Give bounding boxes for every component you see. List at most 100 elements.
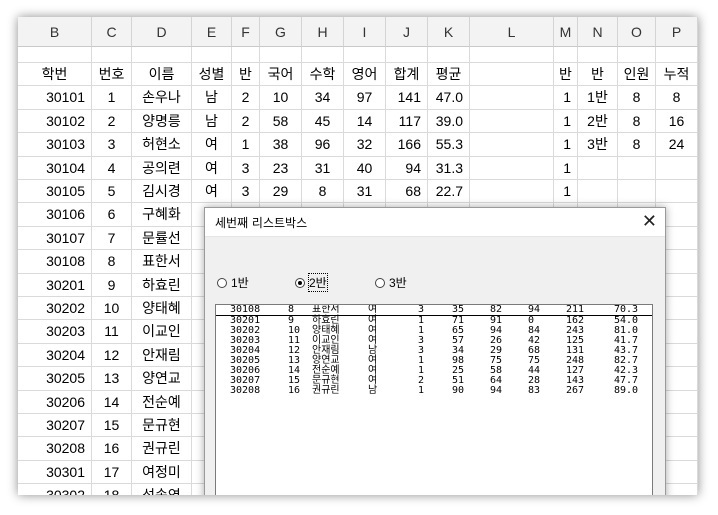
table-cell[interactable]: 30208 [18, 437, 92, 461]
table-cell[interactable]: 40 [344, 156, 386, 180]
table-cell[interactable]: 16 [656, 109, 698, 134]
cell-empty[interactable] [18, 47, 92, 63]
table-cell[interactable]: 24 [656, 133, 698, 157]
table-cell[interactable]: 30102 [18, 109, 92, 134]
table-cell[interactable]: 47.0 [428, 86, 470, 110]
table-cell[interactable]: 30204 [18, 343, 92, 368]
radio-button-icon[interactable] [295, 277, 305, 288]
table-cell[interactable]: 문규현 [132, 414, 192, 438]
table-cell[interactable]: 96 [302, 133, 344, 157]
cell-empty[interactable] [344, 47, 386, 63]
column-header-C[interactable]: C [92, 17, 132, 47]
list-item[interactable]: 30205 13 양연교 여 1 98 75 75 248 82.7 [216, 356, 652, 366]
radio-class-2[interactable]: 2반 [295, 273, 328, 292]
cell-empty[interactable] [260, 47, 302, 63]
cell-empty[interactable] [428, 47, 470, 63]
radio-button-icon[interactable] [217, 277, 227, 288]
student-listbox[interactable]: 30108 8 표한서 여 3 35 82 94 211 70.3 30201 9 하효린 여 1 71 91 0… [215, 304, 653, 495]
header-cell-C[interactable]: 번호 [92, 63, 132, 87]
cell-empty[interactable] [232, 47, 260, 63]
table-cell[interactable]: 손우나 [132, 86, 192, 110]
list-item[interactable]: 30204 12 안재림 남 3 34 29 68 131 43.7 [216, 346, 652, 356]
header-cell-D[interactable]: 이름 [132, 63, 192, 87]
table-cell[interactable]: 5 [92, 180, 132, 204]
column-header-K[interactable]: K [428, 17, 470, 47]
table-cell[interactable]: 141 [386, 86, 428, 110]
header-cell-K[interactable]: 평균 [428, 63, 470, 87]
header-cell-L[interactable] [470, 63, 554, 87]
list-item[interactable]: 30208 16 권규린 남 1 90 94 83 267 89.0 [216, 386, 652, 396]
table-cell[interactable]: 표한서 [132, 250, 192, 274]
table-cell[interactable]: 23 [260, 156, 302, 180]
table-cell[interactable]: 2 [232, 86, 260, 110]
table-cell[interactable]: 30106 [18, 203, 92, 227]
header-cell-H[interactable]: 수학 [302, 63, 344, 87]
cell-empty[interactable] [578, 180, 618, 204]
table-cell[interactable]: 1 [554, 156, 578, 180]
column-header-J[interactable]: J [386, 17, 428, 47]
column-header-P[interactable]: P [656, 17, 698, 47]
cell-empty[interactable] [302, 47, 344, 63]
column-header-M[interactable]: M [554, 17, 578, 47]
cell-empty[interactable] [470, 109, 554, 134]
column-header-D[interactable]: D [132, 17, 192, 47]
column-header-N[interactable]: N [578, 17, 618, 47]
table-cell[interactable]: 12 [92, 343, 132, 368]
cell-empty[interactable] [386, 47, 428, 63]
table-cell[interactable]: 13 [92, 367, 132, 391]
cell-empty[interactable] [656, 47, 698, 63]
table-cell[interactable]: 8 [302, 180, 344, 204]
table-cell[interactable]: 9 [92, 273, 132, 297]
table-cell[interactable]: 문률선 [132, 226, 192, 251]
table-cell[interactable]: 30202 [18, 297, 92, 321]
close-icon[interactable]: ✕ [642, 211, 657, 232]
cell-empty[interactable] [618, 156, 656, 180]
column-header-E[interactable]: E [192, 17, 232, 47]
table-cell[interactable]: 1반 [578, 86, 618, 110]
table-cell[interactable]: 30302 [18, 484, 92, 495]
table-cell[interactable]: 30105 [18, 180, 92, 204]
list-item[interactable]: 30202 10 양태혜 여 1 65 94 84 243 81.0 [216, 326, 652, 336]
table-cell[interactable]: 여정미 [132, 460, 192, 485]
header-cell-J[interactable]: 합계 [386, 63, 428, 87]
table-cell[interactable]: 1 [554, 180, 578, 204]
table-cell[interactable]: 8 [618, 133, 656, 157]
table-cell[interactable]: 34 [302, 86, 344, 110]
table-cell[interactable]: 남 [192, 86, 232, 110]
cell-empty[interactable] [192, 47, 232, 63]
table-cell[interactable]: 양명릉 [132, 109, 192, 134]
cell-empty[interactable] [578, 156, 618, 180]
radio-class-3[interactable]: 3반 [375, 274, 407, 291]
table-cell[interactable]: 31.3 [428, 156, 470, 180]
cell-empty[interactable] [656, 180, 698, 204]
table-cell[interactable]: 8 [618, 86, 656, 110]
table-cell[interactable]: 30104 [18, 156, 92, 180]
table-cell[interactable]: 6 [92, 203, 132, 227]
list-item[interactable]: 30108 8 표한서 여 3 35 82 94 211 70.3 [216, 305, 652, 316]
cell-empty[interactable] [470, 47, 554, 63]
header-cell-G[interactable]: 국어 [260, 63, 302, 87]
list-item[interactable]: 30206 14 전순예 여 1 25 58 44 127 42.3 [216, 366, 652, 376]
table-cell[interactable]: 15 [92, 414, 132, 438]
cell-empty[interactable] [578, 47, 618, 63]
column-header-H[interactable]: H [302, 17, 344, 47]
table-cell[interactable]: 하효린 [132, 273, 192, 297]
table-cell[interactable]: 1 [232, 133, 260, 157]
table-cell[interactable]: 30301 [18, 460, 92, 485]
table-cell[interactable]: 허현소 [132, 133, 192, 157]
table-cell[interactable]: 양연교 [132, 367, 192, 391]
column-header-O[interactable]: O [618, 17, 656, 47]
table-cell[interactable]: 31 [344, 180, 386, 204]
table-cell[interactable]: 10 [92, 297, 132, 321]
table-cell[interactable]: 30107 [18, 226, 92, 251]
table-cell[interactable]: 16 [92, 437, 132, 461]
table-cell[interactable]: 97 [344, 86, 386, 110]
table-cell[interactable]: 30101 [18, 86, 92, 110]
table-cell[interactable]: 117 [386, 109, 428, 134]
column-header-I[interactable]: I [344, 17, 386, 47]
cell-empty[interactable] [470, 133, 554, 157]
table-cell[interactable]: 55.3 [428, 133, 470, 157]
table-cell[interactable]: 45 [302, 109, 344, 134]
table-cell[interactable]: 김시경 [132, 180, 192, 204]
cell-empty[interactable] [92, 47, 132, 63]
